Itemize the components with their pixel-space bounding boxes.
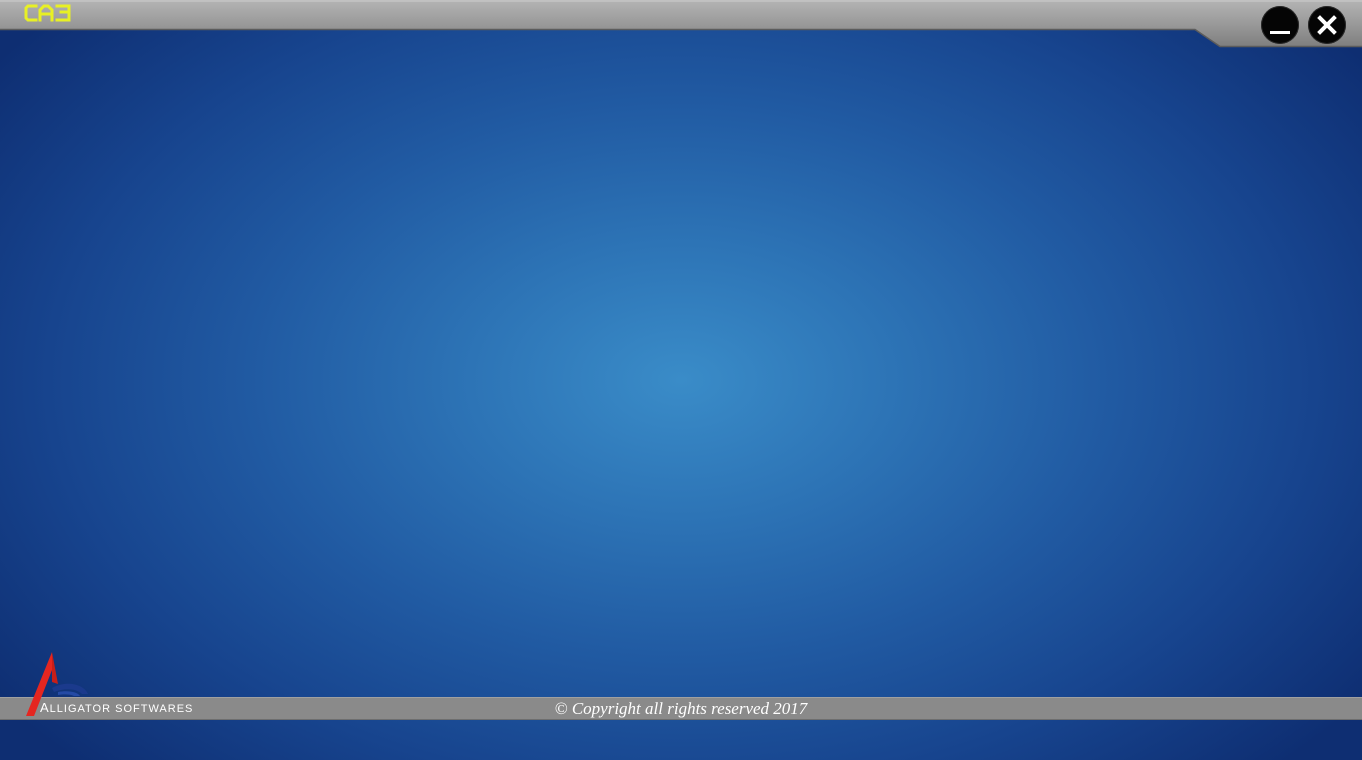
- app-logo: [24, 3, 74, 23]
- close-icon: [1317, 15, 1337, 35]
- title-bar-shape: [0, 0, 1362, 48]
- footer-bar: © Copyright all rights reserved 2017: [0, 697, 1362, 720]
- minimize-icon: [1270, 31, 1290, 34]
- title-bar[interactable]: [0, 0, 1362, 48]
- company-name: ALLIGATOR SOFTWARES: [40, 700, 194, 715]
- company-name-rest: LLIGATOR SOFTWARES: [49, 703, 194, 715]
- close-button[interactable]: [1308, 6, 1346, 44]
- copyright-text: © Copyright all rights reserved 2017: [554, 699, 808, 718]
- app-logo-icon: [24, 4, 71, 22]
- minimize-button[interactable]: [1261, 6, 1299, 44]
- app-window: © Copyright all rights reserved 2017 ALL…: [0, 0, 1362, 760]
- company-initial: A: [40, 700, 50, 715]
